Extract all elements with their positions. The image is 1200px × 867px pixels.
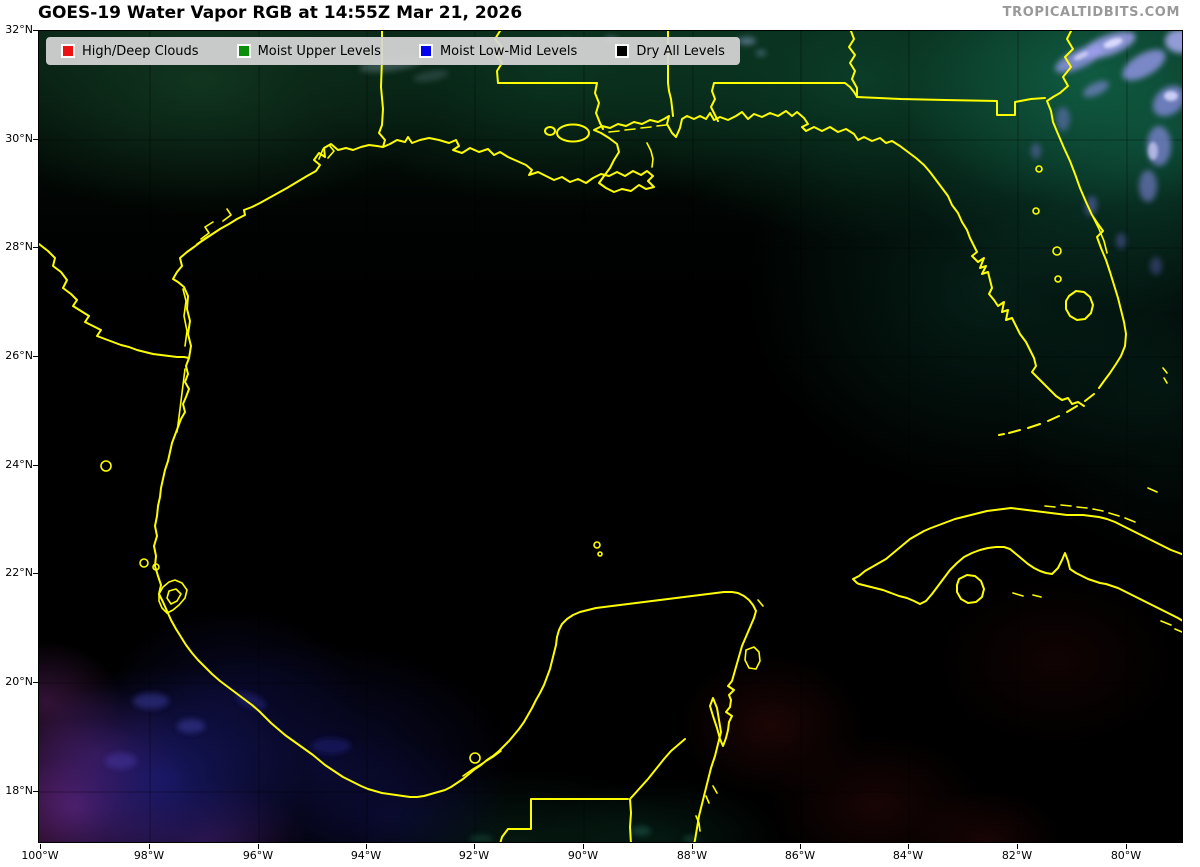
lat-tick — [33, 682, 38, 683]
lat-tick-label: 18°N — [5, 784, 33, 797]
coastline-cuba-south — [858, 546, 1182, 622]
lon-tick-label: 82°W — [1001, 849, 1033, 862]
lat-tick — [33, 573, 38, 574]
lat-tick — [33, 139, 38, 140]
graticule — [39, 31, 1182, 842]
lagoon-terminos-inner — [462, 750, 502, 777]
legend-label: Dry All Levels — [636, 43, 725, 59]
lat-tick — [33, 356, 38, 357]
lat-tick — [33, 30, 38, 31]
lat-tick — [33, 791, 38, 792]
legend-label: High/Deep Clouds — [82, 43, 199, 59]
lake-florida-4 — [1054, 275, 1062, 283]
border-belize-guatemala — [499, 738, 686, 842]
lat-tick-label: 20°N — [5, 675, 33, 688]
satellite-map-svg — [39, 31, 1182, 842]
cayes-belize — [695, 785, 718, 832]
lagoon-tampico — [158, 579, 188, 614]
lon-tick-label: 96°W — [242, 849, 274, 862]
lat-tick — [33, 465, 38, 466]
border-georgia-florida — [856, 96, 1046, 116]
lake-florida-1 — [1035, 165, 1043, 173]
legend-item-3: Moist Low-Mid Levels — [418, 43, 578, 59]
islands-bahamas — [1147, 367, 1168, 493]
river-rio-grande-border — [39, 243, 190, 359]
lon-tick-label: 80°W — [1110, 849, 1142, 862]
lat-tick-label: 28°N — [5, 240, 33, 253]
lon-tick-label: 86°W — [784, 849, 816, 862]
legend-item-2: Moist Upper Levels — [236, 43, 381, 59]
page-title: GOES-19 Water Vapor RGB at 14:55Z Mar 21… — [38, 3, 523, 23]
legend-label: Moist Low-Mid Levels — [439, 43, 578, 59]
coastlines-group — [39, 31, 1182, 842]
lat-tick-label: 26°N — [5, 349, 33, 362]
cays-cuba-south — [1012, 592, 1182, 633]
lake-florida-2 — [1032, 207, 1040, 215]
bay-galveston — [318, 144, 335, 160]
lon-tick-label: 94°W — [350, 849, 382, 862]
lon-tick-label: 90°W — [567, 849, 599, 862]
lat-tick-label: 32°N — [5, 23, 33, 36]
coastline-mexico-yucatan — [153, 357, 757, 842]
lat-tick-label: 30°N — [5, 132, 33, 145]
swatch-moist-low-mid-icon — [418, 44, 433, 58]
swatch-dry-all-levels-icon — [615, 44, 630, 58]
legend-label: Moist Upper Levels — [257, 43, 381, 59]
lat-tick-label: 22°N — [5, 566, 33, 579]
island-isla-juventud — [956, 574, 985, 604]
legend-item-1: High/Deep Clouds — [61, 44, 199, 59]
lon-tick-label: 98°W — [133, 849, 165, 862]
lake-maurepas — [544, 126, 556, 136]
lagoon-blob-2 — [139, 558, 149, 568]
legend-bar: High/Deep Clouds Moist Upper Levels Moist … — [46, 37, 740, 65]
lat-tick-label: 24°N — [5, 458, 33, 471]
islands-florida-keys — [998, 393, 1095, 436]
lon-tick-label: 92°W — [458, 849, 490, 862]
lake-okeechobee — [1065, 290, 1094, 321]
coastline-us-gulf — [172, 110, 1085, 407]
watermark: TROPICALTIDBITS.COM — [1002, 5, 1180, 20]
lon-tick-label: 100°W — [21, 849, 59, 862]
lon-tick-label: 84°W — [892, 849, 924, 862]
islet-campeche-1 — [593, 541, 601, 549]
swatch-high-deep-clouds-icon — [61, 44, 75, 58]
lon-tick-label: 88°W — [676, 849, 708, 862]
islet-campeche-2 — [597, 551, 603, 557]
cloud-layer — [105, 31, 1182, 842]
border-alabama-florida — [710, 82, 858, 122]
legend-item-4: Dry All Levels — [615, 44, 725, 59]
map-canvas: High/Deep Clouds Moist Upper Levels Moist … — [38, 30, 1183, 843]
swatch-moist-upper-levels-icon — [236, 44, 251, 58]
lat-tick — [33, 247, 38, 248]
figure: GOES-19 Water Vapor RGB at 14:55Z Mar 21… — [0, 0, 1200, 867]
